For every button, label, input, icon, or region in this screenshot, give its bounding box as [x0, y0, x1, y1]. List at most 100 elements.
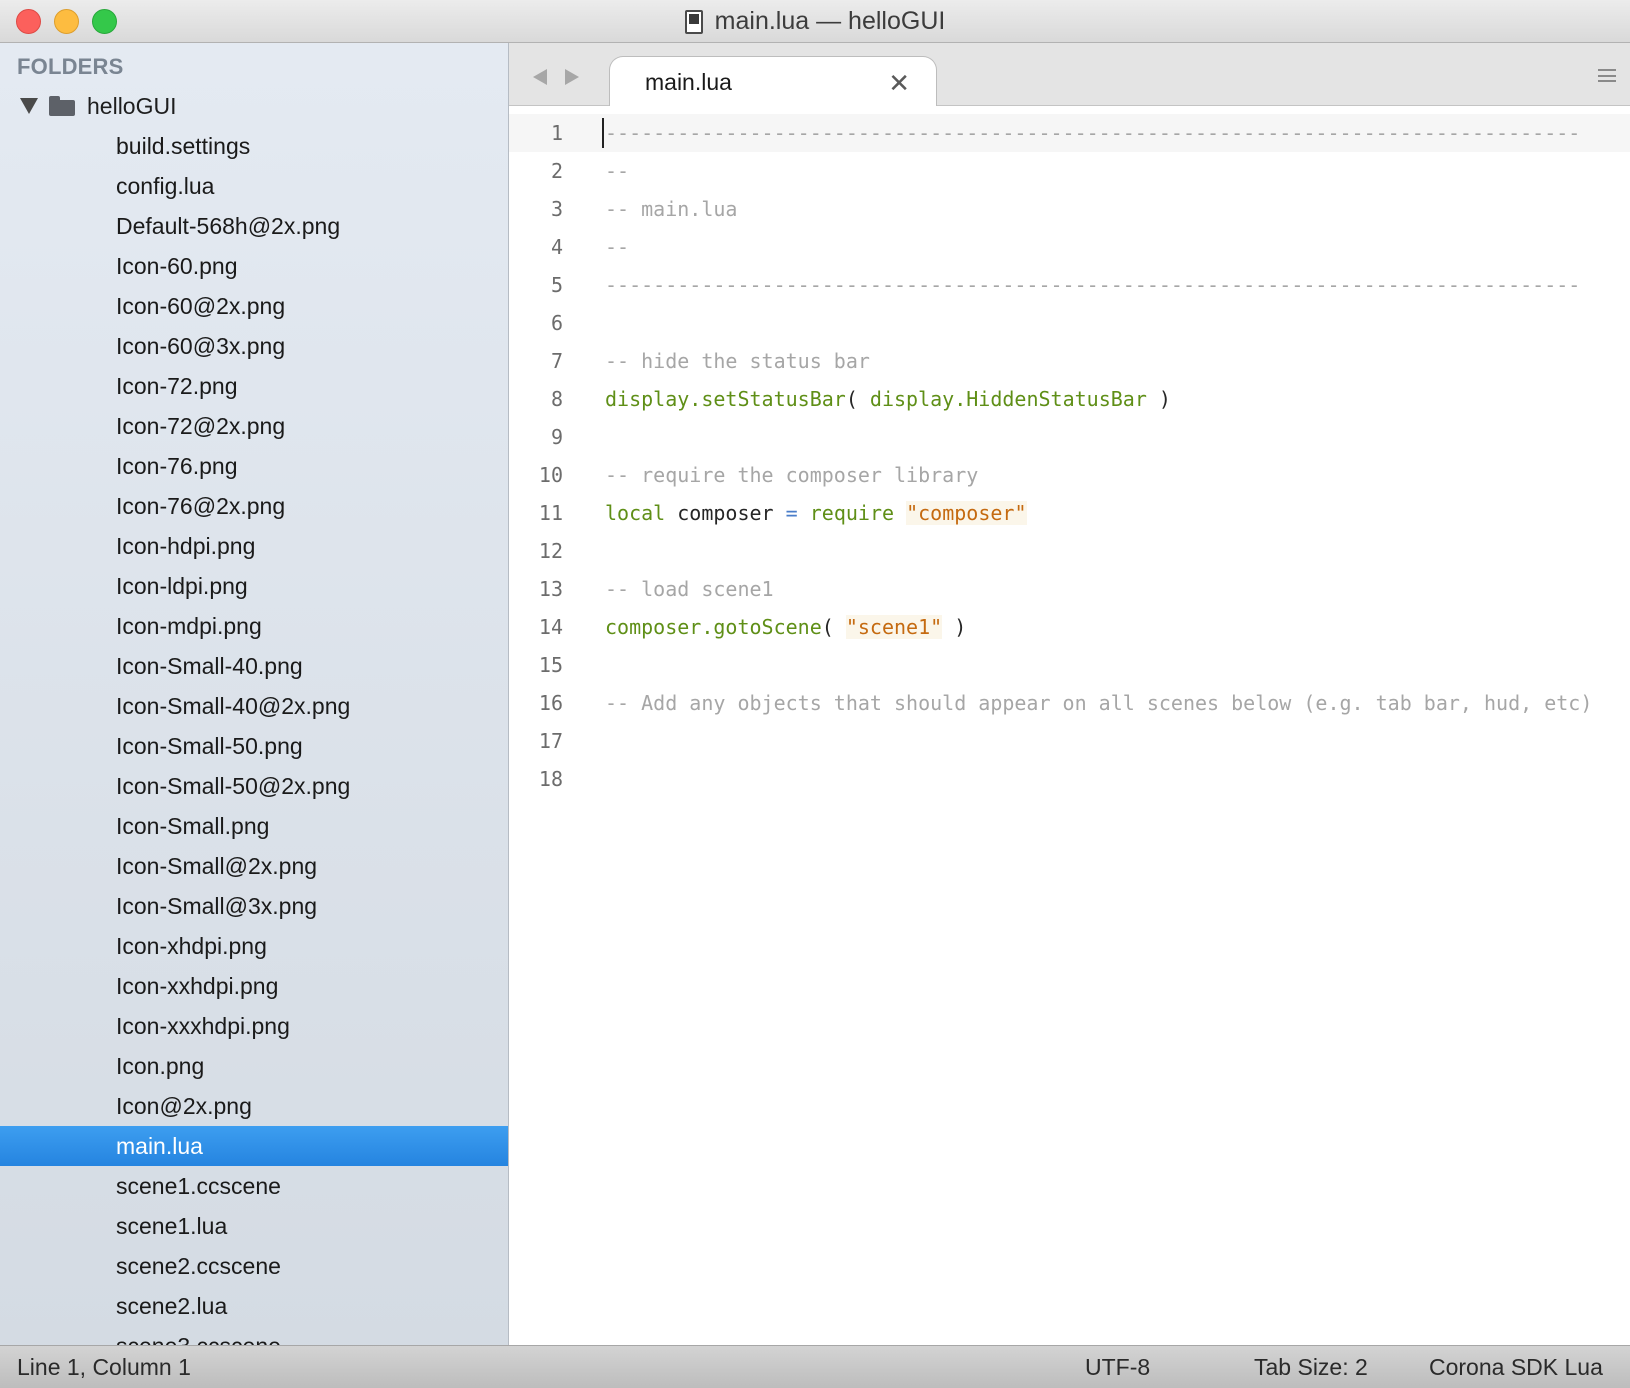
code-token: display.HiddenStatusBar	[869, 387, 1147, 411]
code-token: composer	[665, 501, 786, 525]
sidebar-file-item[interactable]: scene1.lua	[0, 1206, 508, 1246]
tab-close-icon[interactable]: ✕	[888, 68, 910, 98]
line-number: 15	[538, 653, 563, 677]
sidebar-file-item[interactable]: Icon-60@3x.png	[0, 326, 508, 366]
code-line[interactable]: 4 --	[509, 228, 1630, 266]
sidebar-file-item[interactable]: Icon-60.png	[0, 246, 508, 286]
code-line[interactable]: 16 -- Add any objects that should appear …	[509, 684, 1630, 722]
code-line[interactable]: 11 local composer = require "composer"	[509, 494, 1630, 532]
tab-bar: main.lua ✕	[509, 43, 1630, 107]
sidebar-file-item[interactable]: Icon-xxxhdpi.png	[0, 1006, 508, 1046]
sidebar-file-item[interactable]: Icon-Small-40@2x.png	[0, 686, 508, 726]
sidebar-file-item[interactable]: Icon-xhdpi.png	[0, 926, 508, 966]
code-line[interactable]: 6	[509, 304, 1630, 342]
sidebar-file-item[interactable]: Icon-Small-50@2x.png	[0, 766, 508, 806]
code-token: -- Add any objects that should appear on…	[605, 691, 1593, 715]
code-editor[interactable]: 1 ---------------------------------------…	[509, 106, 1630, 1345]
line-number: 12	[538, 539, 563, 563]
sidebar-file-item[interactable]: Icon-72.png	[0, 366, 508, 406]
sidebar-file-item[interactable]: scene2.ccscene	[0, 1246, 508, 1286]
tab-main-lua[interactable]: main.lua ✕	[609, 56, 937, 107]
line-number: 6	[550, 311, 563, 335]
code-line[interactable]: 12	[509, 532, 1630, 570]
sidebar-file-item[interactable]: Icon@2x.png	[0, 1086, 508, 1126]
sidebar: FOLDERS helloGUI build.settings config.lu…	[0, 43, 509, 1345]
tab-label: main.lua	[645, 69, 732, 95]
line-number: 17	[538, 729, 563, 753]
sidebar-file-item[interactable]: Icon-mdpi.png	[0, 606, 508, 646]
code-line[interactable]: 5 ---------------------------------------…	[509, 266, 1630, 304]
tab-size-selector[interactable]: Tab Size: 2	[1254, 1346, 1368, 1388]
code-text: --	[605, 228, 629, 266]
sidebar-file-item[interactable]: Icon-Small.png	[0, 806, 508, 846]
code-line[interactable]: 14 composer.gotoScene( "scene1" )	[509, 608, 1630, 646]
line-number: 18	[538, 767, 563, 791]
sidebar-file-item[interactable]: scene2.lua	[0, 1286, 508, 1326]
line-number: 13	[538, 577, 563, 601]
sidebar-file-item[interactable]: config.lua	[0, 166, 508, 206]
folder-row-hellogui[interactable]: helloGUI	[0, 86, 508, 126]
code-text: -- hide the status bar	[605, 342, 870, 380]
sidebar-file-item[interactable]: scene3.ccscene	[0, 1326, 508, 1345]
sidebar-file-item[interactable]: Icon-72@2x.png	[0, 406, 508, 446]
sidebar-file-item[interactable]: Icon-Small-50.png	[0, 726, 508, 766]
back-arrow-icon[interactable]	[533, 69, 547, 85]
sidebar-file-item[interactable]: Icon.png	[0, 1046, 508, 1086]
line-number: 14	[538, 615, 563, 639]
sidebar-file-item[interactable]: Icon-Small@2x.png	[0, 846, 508, 886]
sidebar-file-item[interactable]: Icon-ldpi.png	[0, 566, 508, 606]
syntax-selector[interactable]: Corona SDK Lua	[1429, 1346, 1603, 1388]
code-token: --	[605, 159, 630, 183]
code-line[interactable]: 7 -- hide the status bar	[509, 342, 1630, 380]
code-text: display.setStatusBar( display.HiddenStat…	[605, 380, 1171, 418]
sidebar-file-item[interactable]: Default-568h@2x.png	[0, 206, 508, 246]
code-token: ----------------------------------------…	[605, 273, 1581, 297]
line-number: 16	[538, 691, 563, 715]
code-line[interactable]: 3 -- main.lua	[509, 190, 1630, 228]
code-line[interactable]: 9	[509, 418, 1630, 456]
code-token: "composer"	[906, 501, 1027, 525]
code-token: --	[605, 235, 630, 259]
sidebar-file-item[interactable]: Icon-60@2x.png	[0, 286, 508, 326]
code-token: "scene1"	[845, 615, 943, 639]
code-line[interactable]: 18	[509, 760, 1630, 798]
code-token: -- load scene1	[605, 577, 774, 601]
line-number: 9	[550, 425, 563, 449]
sidebar-file-item[interactable]: Icon-hdpi.png	[0, 526, 508, 566]
line-number: 11	[538, 501, 563, 525]
line-number: 4	[550, 235, 563, 259]
code-line[interactable]: 15	[509, 646, 1630, 684]
code-text: composer.gotoScene( "scene1" )	[605, 608, 966, 646]
sidebar-file-item[interactable]: Icon-76.png	[0, 446, 508, 486]
folders-header: FOLDERS	[17, 54, 124, 79]
code-line[interactable]: 10 -- require the composer library	[509, 456, 1630, 494]
code-text: local composer = require "composer"	[605, 494, 1027, 532]
disclosure-triangle-down-icon[interactable]	[20, 98, 38, 114]
forward-arrow-icon[interactable]	[565, 69, 579, 85]
sidebar-file-item[interactable]: Icon-76@2x.png	[0, 486, 508, 526]
encoding-selector[interactable]: UTF-8	[1085, 1346, 1150, 1388]
sidebar-file-item[interactable]: build.settings	[0, 126, 508, 166]
code-text: ----------------------------------------…	[605, 114, 1580, 152]
hamburger-menu-icon[interactable]	[1598, 69, 1616, 82]
code-line[interactable]: 13 -- load scene1	[509, 570, 1630, 608]
code-line[interactable]: 17	[509, 722, 1630, 760]
sidebar-file-item[interactable]: main.lua	[0, 1126, 508, 1166]
status-bar: Line 1, Column 1 UTF-8 Tab Size: 2 Coron…	[0, 1345, 1630, 1388]
folder-icon	[49, 96, 75, 116]
code-token: require	[809, 501, 895, 525]
code-line[interactable]: 2 --	[509, 152, 1630, 190]
line-number: 7	[550, 349, 563, 373]
sidebar-file-item[interactable]: Icon-Small@3x.png	[0, 886, 508, 926]
sidebar-file-item[interactable]: scene1.ccscene	[0, 1166, 508, 1206]
code-line[interactable]: 8 display.setStatusBar( display.HiddenSta…	[509, 380, 1630, 418]
file-list: build.settings config.lua Default-568h@2x.…	[0, 126, 508, 1345]
code-token: display.setStatusBar	[605, 387, 846, 411]
sidebar-file-item[interactable]: Icon-xxhdpi.png	[0, 966, 508, 1006]
code-text: ----------------------------------------…	[605, 266, 1580, 304]
line-number: 3	[550, 197, 563, 221]
line-number: 2	[550, 159, 563, 183]
sidebar-file-item[interactable]: Icon-Small-40.png	[0, 646, 508, 686]
code-line[interactable]: 1 ---------------------------------------…	[509, 114, 1630, 152]
